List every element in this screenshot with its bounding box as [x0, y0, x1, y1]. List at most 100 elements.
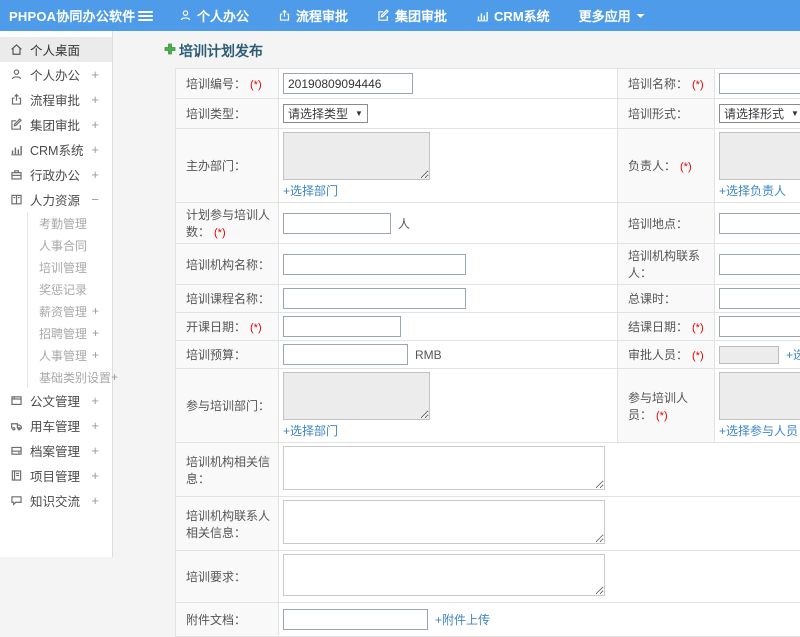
planned-count-input[interactable]	[283, 212, 391, 234]
collapse-icon[interactable]: −	[91, 192, 99, 207]
select-leader-link[interactable]: +选择负责人	[719, 182, 786, 199]
expand-icon[interactable]: +	[92, 304, 99, 318]
location-input[interactable]	[719, 212, 800, 234]
attachment-upload-link[interactable]: +附件上传	[435, 611, 490, 628]
sidebar-subitem-attendance[interactable]: 考勤管理	[28, 212, 112, 234]
field-label: 培训要求：	[186, 570, 247, 584]
sidebar-item-hr[interactable]: 人力资源 −	[0, 187, 112, 212]
main-content: 培训计划发布 培训编号：(*) 培训名称：(*) 培训类型： 请选择类型 ▼ 培…	[114, 31, 800, 637]
required-mark: (*)	[250, 322, 262, 334]
org-info-textarea[interactable]	[283, 446, 605, 490]
required-mark: (*)	[680, 161, 692, 173]
required-mark: (*)	[692, 79, 704, 91]
total-hours-input[interactable]	[719, 288, 800, 309]
org-name-input[interactable]	[283, 253, 466, 275]
expand-icon[interactable]: +	[91, 418, 99, 433]
sidebar-item-personal-desktop[interactable]: 个人桌面	[0, 37, 112, 62]
car-icon	[10, 419, 23, 432]
expand-icon[interactable]: +	[91, 92, 99, 107]
edit-icon	[10, 118, 23, 131]
attachment-input[interactable]	[283, 609, 428, 630]
unit-suffix: 人	[398, 216, 411, 231]
field-label: 培训地点：	[628, 216, 689, 231]
briefcase-icon	[10, 168, 23, 181]
expand-icon[interactable]: +	[92, 326, 99, 340]
org-contact-info-textarea[interactable]	[283, 500, 605, 544]
menu-toggle-icon[interactable]	[138, 10, 153, 21]
field-label: 培训机构相关信息：	[186, 454, 271, 486]
sidebar-subitem-rewards[interactable]: 奖惩记录	[28, 278, 112, 300]
sidebar-subitem-hr-contract[interactable]: 人事合同	[28, 234, 112, 256]
app-logo: PHPOA协同办公软件	[9, 9, 136, 24]
field-label: 培训机构名称：	[186, 257, 271, 272]
training-no-input[interactable]	[283, 73, 413, 94]
select-participants-link[interactable]: +选择参与人员	[719, 422, 798, 439]
sidebar-subitem-salary[interactable]: 薪资管理 +	[28, 300, 112, 322]
sidebar-item-documents[interactable]: 公文管理 +	[0, 388, 112, 413]
training-plan-form: 培训编号：(*) 培训名称：(*) 培训类型： 请选择类型 ▼ 培训形式： 请选…	[175, 68, 800, 637]
sidebar-subitem-training[interactable]: 培训管理	[28, 256, 112, 278]
user-icon	[10, 68, 23, 81]
flow-icon	[10, 93, 23, 106]
caret-down-icon: ▼	[791, 109, 799, 118]
select-dept-link[interactable]: +选择部门	[283, 182, 338, 199]
sidebar-item-crm[interactable]: CRM系统 +	[0, 137, 112, 162]
select-dept-link[interactable]: +选择部门	[283, 422, 338, 439]
nav-workflow-approval[interactable]: 流程审批	[278, 6, 348, 25]
sidebar-item-group-approval[interactable]: 集团审批 +	[0, 112, 112, 137]
field-label: 参与培训部门：	[186, 399, 271, 413]
sidebar-item-admin-office[interactable]: 行政办公 +	[0, 162, 112, 187]
sidebar-subitem-base-category[interactable]: 基础类别设置 +	[28, 366, 118, 388]
nav-personal-office[interactable]: 个人办公	[179, 6, 249, 25]
nav-group-approval[interactable]: 集团审批	[377, 6, 447, 25]
nav-more-apps[interactable]: 更多应用	[579, 6, 645, 25]
expand-icon[interactable]: +	[91, 67, 99, 82]
leader-textarea[interactable]	[719, 132, 800, 180]
join-people-textarea[interactable]	[719, 372, 800, 420]
required-mark: (*)	[250, 79, 262, 91]
field-label: 主办部门：	[186, 159, 247, 173]
expand-icon[interactable]: +	[111, 370, 118, 384]
requirement-textarea[interactable]	[283, 554, 605, 596]
sidebar: 个人桌面 个人办公 + 流程审批 + 集团审批 + CRM系统 + 行政办公 +	[0, 31, 118, 557]
field-label: 附件文档：	[186, 613, 247, 627]
start-date-input[interactable]	[283, 316, 401, 337]
approver-input[interactable]	[719, 345, 779, 364]
sidebar-item-knowledge[interactable]: 知识交流 +	[0, 488, 112, 513]
sidebar-item-workflow-approval[interactable]: 流程审批 +	[0, 87, 112, 112]
join-dept-textarea[interactable]	[283, 372, 430, 420]
required-mark: (*)	[692, 322, 704, 334]
expand-icon[interactable]: +	[91, 167, 99, 182]
expand-icon[interactable]: +	[91, 142, 99, 157]
sidebar-subitem-recruitment[interactable]: 招聘管理 +	[28, 322, 112, 344]
home-icon	[10, 43, 23, 56]
budget-input[interactable]	[283, 344, 408, 365]
sidebar-item-projects[interactable]: 项目管理 +	[0, 463, 112, 488]
org-contact-input[interactable]	[719, 253, 800, 275]
sidebar-item-archives[interactable]: 档案管理 +	[0, 438, 112, 463]
host-dept-textarea[interactable]	[283, 132, 430, 180]
expand-icon[interactable]: +	[91, 393, 99, 408]
expand-icon[interactable]: +	[91, 468, 99, 483]
field-label: 培训课程名称：	[186, 292, 271, 306]
nav-crm-system[interactable]: CRM系统	[476, 6, 550, 25]
sidebar-item-vehicles[interactable]: 用车管理 +	[0, 413, 112, 438]
expand-icon[interactable]: +	[91, 493, 99, 508]
training-name-input[interactable]	[719, 73, 800, 94]
user-icon	[179, 9, 192, 22]
required-mark: (*)	[214, 227, 226, 239]
expand-icon[interactable]: +	[92, 348, 99, 362]
training-type-select[interactable]: 请选择类型 ▼	[283, 104, 368, 123]
field-label: 培训编号：	[186, 77, 247, 91]
course-name-input[interactable]	[283, 288, 466, 309]
sidebar-item-personal-office[interactable]: 个人办公 +	[0, 62, 112, 87]
select-approver-link[interactable]: +选择审批人员	[786, 346, 800, 363]
caret-down-icon	[636, 13, 645, 19]
field-label: 培训名称：	[628, 77, 689, 91]
end-date-input[interactable]	[719, 316, 800, 337]
expand-icon[interactable]: +	[91, 443, 99, 458]
flow-icon	[278, 9, 291, 22]
training-form-select[interactable]: 请选择形式 ▼	[719, 104, 800, 123]
sidebar-subitem-personnel[interactable]: 人事管理 +	[28, 344, 112, 366]
expand-icon[interactable]: +	[91, 117, 99, 132]
